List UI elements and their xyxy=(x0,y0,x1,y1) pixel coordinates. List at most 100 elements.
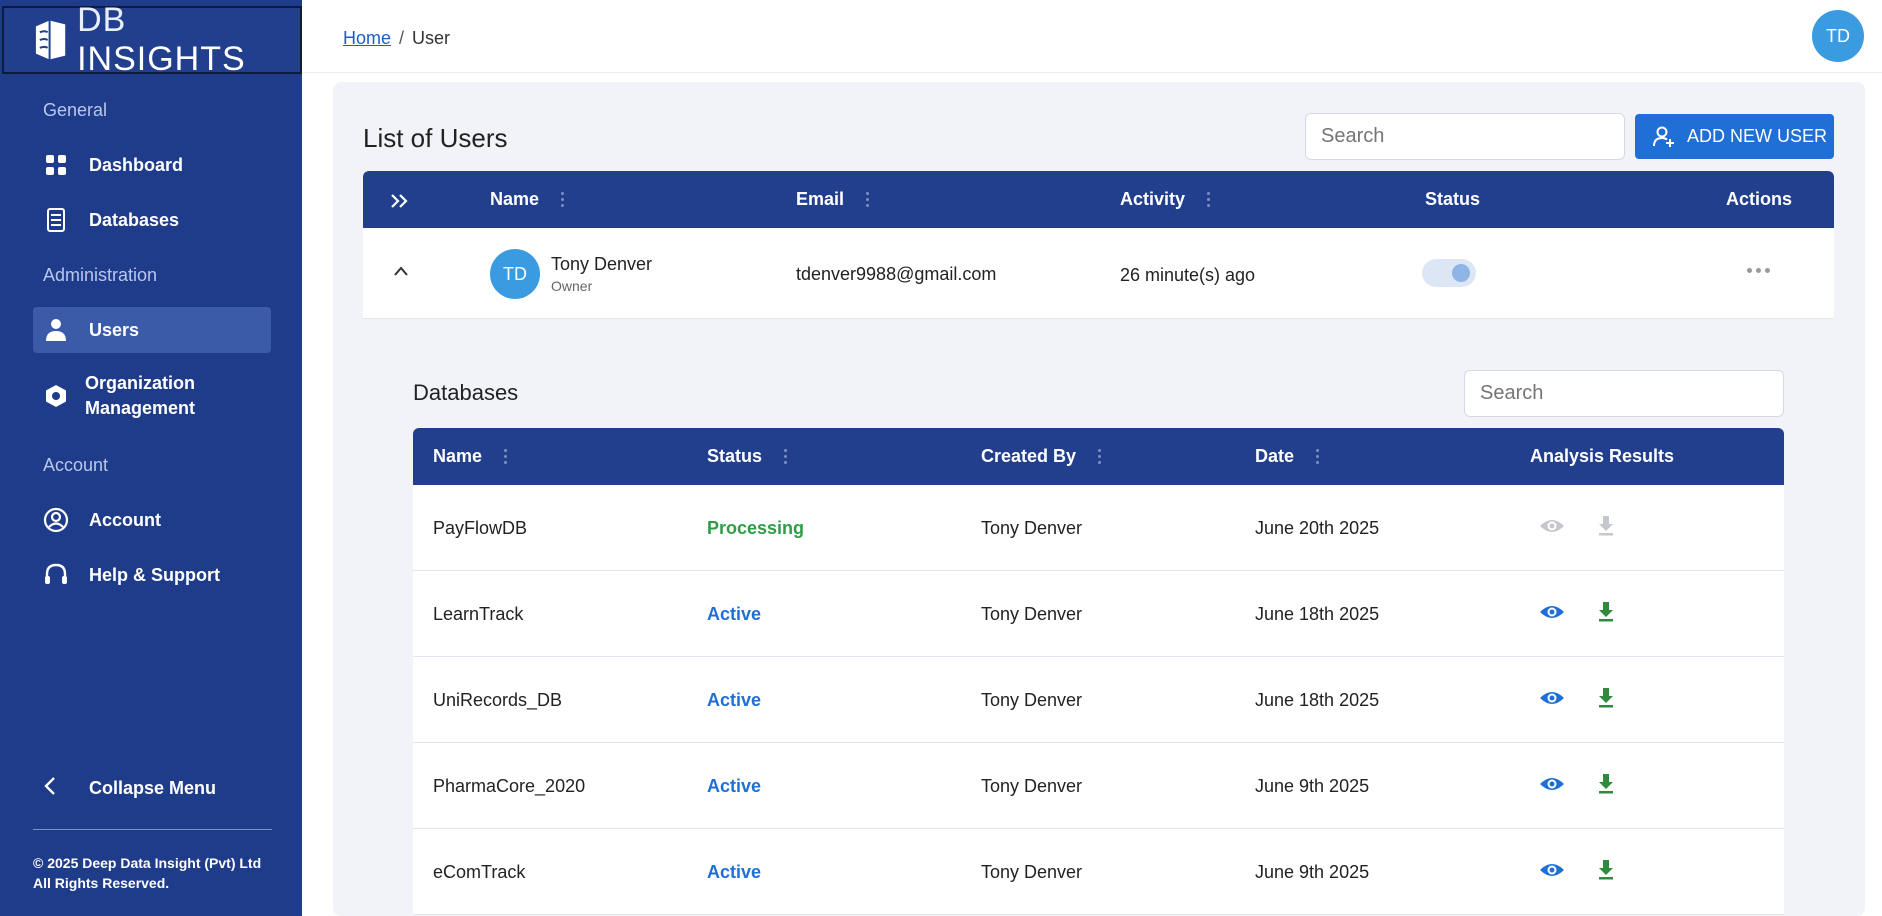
collapse-menu-label: Collapse Menu xyxy=(89,778,217,798)
view-icon[interactable] xyxy=(1539,602,1565,627)
page-title: List of Users xyxy=(363,123,508,153)
view-icon[interactable] xyxy=(1539,860,1565,885)
table-row[interactable]: PayFlowDB Processing Tony Denver June 20… xyxy=(413,485,1784,571)
user-name: Tony Denver xyxy=(551,254,653,274)
column-header-email[interactable]: Email xyxy=(796,189,870,210)
brand-logo[interactable]: DB INSIGHTS xyxy=(2,1,302,78)
user-activity: 26 minute(s) ago xyxy=(1120,265,1256,285)
db-date: June 18th 2025 xyxy=(1255,690,1380,710)
column-menu-icon[interactable] xyxy=(561,192,565,207)
status-badge: Processing xyxy=(707,518,805,538)
sidebar: DB INSIGHTS General Dashboard Databases … xyxy=(0,0,302,916)
db-created-by: Tony Denver xyxy=(981,690,1083,710)
download-icon[interactable] xyxy=(1597,687,1615,714)
copyright: © 2025 Deep Data Insight (Pvt) Ltd All Ri… xyxy=(33,855,262,891)
sidebar-item-label: Organization Management xyxy=(85,373,196,418)
more-actions-icon[interactable] xyxy=(1747,268,1770,273)
section-account: Account xyxy=(43,455,109,475)
collapse-menu-button[interactable]: Collapse Menu xyxy=(43,776,216,801)
breadcrumb: Home / User xyxy=(343,28,450,49)
database-logo-icon xyxy=(35,20,66,60)
sidebar-item-label: Dashboard xyxy=(89,154,184,175)
document-icon xyxy=(43,207,69,233)
db-created-by: Tony Denver xyxy=(981,518,1083,538)
view-icon[interactable] xyxy=(1539,688,1565,713)
column-menu-icon[interactable] xyxy=(1207,192,1211,207)
sidebar-item-help-support[interactable]: Help & Support xyxy=(33,552,271,598)
download-icon[interactable] xyxy=(1597,859,1615,886)
toggle-knob xyxy=(1452,264,1470,282)
sidebar-item-users[interactable]: Users xyxy=(33,307,271,353)
table-row[interactable]: UniRecords_DB Active Tony Denver June 18… xyxy=(413,657,1784,743)
status-badge: Active xyxy=(707,604,762,624)
table-row[interactable]: eComTrack Active Tony Denver June 9th 20… xyxy=(413,829,1784,915)
column-menu-icon[interactable] xyxy=(866,192,870,207)
status-badge: Active xyxy=(707,776,762,796)
db-date: June 9th 2025 xyxy=(1255,776,1370,796)
db-date: June 9th 2025 xyxy=(1255,862,1370,882)
sidebar-item-label: Databases xyxy=(89,209,180,230)
download-icon[interactable] xyxy=(1597,773,1615,800)
column-header-actions: Actions xyxy=(1726,189,1793,209)
table-row[interactable]: TD Tony Denver Owner tdenver9988@gmail.c… xyxy=(363,228,1834,319)
table-row[interactable]: PharmaCore_2020 Active Tony Denver June … xyxy=(413,743,1784,829)
db-created-by: Tony Denver xyxy=(981,776,1083,796)
db-name: UniRecords_DB xyxy=(433,690,563,710)
add-user-icon xyxy=(1653,126,1675,148)
expand-all-icon[interactable] xyxy=(390,193,410,209)
db-date: June 20th 2025 xyxy=(1255,518,1380,538)
user-icon xyxy=(43,317,69,343)
hexagon-icon xyxy=(43,383,69,409)
column-header-status: Status xyxy=(1425,189,1481,209)
status-badge: Active xyxy=(707,690,762,710)
brand-name: DB INSIGHTS xyxy=(77,1,246,78)
databases-table-body: PayFlowDB Processing Tony Denver June 20… xyxy=(413,485,1784,915)
download-icon xyxy=(1597,515,1615,542)
sidebar-item-dashboard[interactable]: Dashboard xyxy=(33,142,271,188)
db-name: LearnTrack xyxy=(433,604,524,624)
user-email: tdenver9988@gmail.com xyxy=(796,264,997,284)
column-header-date[interactable]: Date xyxy=(1255,446,1320,467)
sidebar-item-databases[interactable]: Databases xyxy=(33,197,271,243)
db-created-by: Tony Denver xyxy=(981,862,1083,882)
download-icon[interactable] xyxy=(1597,601,1615,628)
breadcrumb-home-link[interactable]: Home xyxy=(343,28,391,48)
account-circle-icon xyxy=(43,507,69,533)
databases-table-header: Name Status Created By Date Analysis Res… xyxy=(413,428,1784,485)
grid-icon xyxy=(43,152,69,178)
status-badge: Active xyxy=(707,862,762,882)
breadcrumb-current: User xyxy=(412,28,451,48)
view-icon xyxy=(1539,516,1565,541)
headset-icon xyxy=(43,562,69,588)
db-name: PayFlowDB xyxy=(433,518,528,538)
users-table-header: Name Email Activity Status Actions xyxy=(363,171,1834,228)
add-new-user-button[interactable]: ADD NEW USER xyxy=(1635,114,1834,159)
sidebar-item-organization-management[interactable]: Organization Management xyxy=(33,368,271,424)
view-icon[interactable] xyxy=(1539,774,1565,799)
column-header-activity[interactable]: Activity xyxy=(1120,189,1211,210)
user-role: Owner xyxy=(551,278,593,294)
users-search-input[interactable] xyxy=(1305,113,1625,160)
user-avatar-menu[interactable]: TD xyxy=(1812,10,1864,62)
column-header-name[interactable]: Name xyxy=(490,189,565,210)
column-header-name[interactable]: Name xyxy=(433,446,508,467)
chevron-up-icon[interactable] xyxy=(393,264,409,282)
table-row[interactable]: LearnTrack Active Tony Denver June 18th … xyxy=(413,571,1784,657)
db-date: June 18th 2025 xyxy=(1255,604,1380,624)
sidebar-item-label: Help & Support xyxy=(89,564,220,585)
status-toggle[interactable] xyxy=(1422,259,1476,287)
db-created-by: Tony Denver xyxy=(981,604,1083,624)
column-header-analysis-results: Analysis Results xyxy=(1530,446,1675,466)
section-administration: Administration xyxy=(43,265,158,285)
column-header-status[interactable]: Status xyxy=(707,446,788,467)
db-name: PharmaCore_2020 xyxy=(433,776,586,796)
column-header-created-by[interactable]: Created By xyxy=(981,446,1102,467)
databases-search-input[interactable] xyxy=(1464,370,1784,417)
chevron-left-icon xyxy=(43,776,69,801)
sidebar-item-label: Account xyxy=(89,509,161,530)
sidebar-item-account[interactable]: Account xyxy=(33,497,271,543)
column-menu-icon[interactable] xyxy=(784,449,788,464)
column-menu-icon[interactable] xyxy=(1098,449,1102,464)
column-menu-icon[interactable] xyxy=(1316,449,1320,464)
column-menu-icon[interactable] xyxy=(504,449,508,464)
